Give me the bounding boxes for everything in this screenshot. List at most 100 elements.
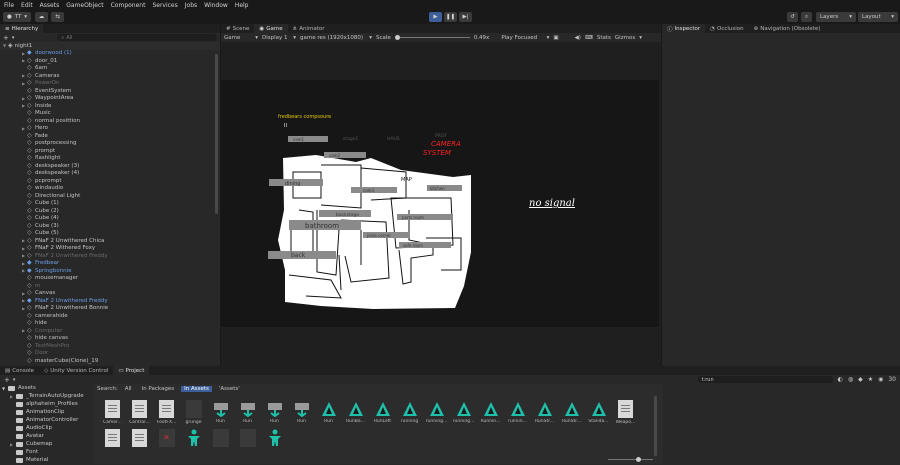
hierarchy-item[interactable]: ◇ Cube (5) xyxy=(0,230,220,238)
menu-services[interactable]: Services xyxy=(152,2,177,9)
parts-room-button[interactable]: parts room xyxy=(397,214,453,220)
hierarchy-item[interactable]: ◇ 6am xyxy=(0,65,220,73)
folder-item[interactable]: AudioClip xyxy=(10,424,92,432)
tab-navigation[interactable]: ⊗ Navigation (Obsolete) xyxy=(749,24,826,33)
menu-component[interactable]: Component xyxy=(111,2,146,9)
hierarchy-item[interactable]: ◇ deskspeaker (4) xyxy=(0,170,220,178)
hierarchy-item[interactable]: ▶ ◇ WaypointArea xyxy=(0,95,220,103)
hierarchy-item[interactable]: ◇ flashlight xyxy=(0,155,220,163)
shortcut-icon[interactable]: ⌨ xyxy=(585,35,593,41)
tab-occlusion[interactable]: ◔ Occlusion xyxy=(705,24,748,33)
chevron-down-icon[interactable]: ▾ xyxy=(639,35,642,41)
type-filter-icon[interactable]: ◍ xyxy=(848,376,853,383)
frame-debugger-icon[interactable]: ▣ xyxy=(553,35,558,41)
game-view[interactable]: fredbears compsoure II stage stage1 HAUS… xyxy=(221,80,659,327)
tab-console[interactable]: ▤ Console xyxy=(0,366,39,375)
filter-assets-folder[interactable]: 'Assets' xyxy=(216,386,243,392)
menu-jobs[interactable]: Jobs xyxy=(185,2,197,9)
folder-item[interactable]: ▶ Cubemap xyxy=(10,440,92,448)
asset-item[interactable]: FootFX... xyxy=(157,400,176,425)
tab-scene[interactable]: # Scene xyxy=(221,24,254,33)
tab-version-control[interactable]: ◇ Unity Version Control xyxy=(39,366,113,375)
scene-root[interactable]: ▼ ◈ night1 xyxy=(0,42,220,50)
cam1-button[interactable]: cam1 xyxy=(288,136,328,142)
bathroom-button[interactable]: bathroom xyxy=(289,220,361,230)
play-mode-dropdown[interactable]: Play Focused ▾ xyxy=(501,35,549,41)
scale-slider-handle[interactable] xyxy=(394,35,400,40)
asset-scrollbar[interactable] xyxy=(654,396,657,456)
chevron-down-icon[interactable]: ▾ xyxy=(12,35,15,41)
collab-button[interactable]: ⇆ xyxy=(51,12,64,22)
add-icon[interactable]: + xyxy=(4,376,10,384)
asset-item[interactable]: Run xyxy=(292,401,311,424)
hierarchy-item[interactable]: ◇ Fade xyxy=(0,132,220,140)
game-dropdown[interactable]: Game ▾ xyxy=(224,35,258,41)
step-button[interactable]: ▶| xyxy=(459,12,472,22)
menu-help[interactable]: Help xyxy=(235,2,249,9)
asset-item[interactable]: RunStr... xyxy=(562,401,581,424)
hierarchy-item[interactable]: ▶ ◇ FNaF 2 Unwithered Chica xyxy=(0,237,220,245)
hierarchy-scrollbar[interactable] xyxy=(215,54,218,214)
cam2-button[interactable]: cam2 xyxy=(324,152,366,158)
hierarchy-item[interactable]: ▶ ◇ FNaF 2 Unwithered Freddy xyxy=(0,252,220,260)
resolution-dropdown[interactable]: game res (1920x1080) ▾ xyxy=(300,35,372,41)
label-filter-icon[interactable]: ◆ xyxy=(858,376,863,383)
hierarchy-item[interactable]: ▶ ◇ Cameras xyxy=(0,72,220,80)
hierarchy-item[interactable]: ▶ ◇ PowerOn xyxy=(0,80,220,88)
tab-inspector[interactable]: ⓘ Inspector xyxy=(662,24,706,33)
hierarchy-item[interactable]: ◇ masterCube(Clone)_19 xyxy=(0,357,220,365)
hierarchy-item[interactable]: ◇ pcprompt xyxy=(0,177,220,185)
pause-button[interactable]: ❚❚ xyxy=(444,12,457,22)
hierarchy-item[interactable]: ▶ ◇ FNaF 2 Unwithered Bonnie xyxy=(0,305,220,313)
hierarchy-item[interactable]: ◇ Cube (1) xyxy=(0,200,220,208)
display-dropdown[interactable]: Display 1 ▾ xyxy=(262,35,296,41)
filter-in-packages[interactable]: In Packages xyxy=(139,386,178,392)
folder-root[interactable]: ▼ Assets xyxy=(2,384,92,392)
asset-item[interactable]: runnin... xyxy=(508,401,527,424)
hierarchy-item[interactable]: ◇ Cube (3) xyxy=(0,222,220,230)
hierarchy-item[interactable]: ◇ camerahide xyxy=(0,312,220,320)
hierarchy-item[interactable]: ◇ Music xyxy=(0,110,220,118)
tab-hierarchy[interactable]: ≡ Hierarchy xyxy=(0,24,44,33)
hierarchy-item[interactable]: ▶ ◇ Hero xyxy=(0,125,220,133)
filter-in-assets[interactable]: In Assets xyxy=(181,385,212,392)
asset-item[interactable]: Camer... xyxy=(103,400,122,425)
asset-item[interactable]: Control... xyxy=(129,400,150,425)
account-dropdown[interactable]: ● TT ▾ xyxy=(3,12,31,22)
cloud-button[interactable]: ☁ xyxy=(35,12,48,22)
folder-item[interactable]: ▶ _TerrainAutoUpgrade xyxy=(10,392,92,400)
hierarchy-item[interactable]: ◇ hide xyxy=(0,320,220,328)
hierarchy-item[interactable]: ▶ ◆ Fredbear xyxy=(0,260,220,268)
hierarchy-item[interactable]: ◇ Door xyxy=(0,350,220,358)
backstage-button[interactable]: backstage xyxy=(319,210,371,218)
thumbnail-size-slider[interactable] xyxy=(608,457,653,462)
history-button[interactable]: ↺ xyxy=(787,12,798,22)
hierarchy-item[interactable]: ▶ ◇ FNaF 2 Withered Foxy xyxy=(0,245,220,253)
thumbnail-size-handle[interactable] xyxy=(636,457,641,462)
hierarchy-item[interactable]: ◇ Cube (4) xyxy=(0,215,220,223)
tab-project[interactable]: ▭ Project xyxy=(113,366,150,375)
asset-item[interactable]: RunStr... xyxy=(535,401,554,424)
cam3-button[interactable]: cam3 xyxy=(351,187,397,193)
hierarchy-item[interactable]: ▶ ◆ Springbonnie xyxy=(0,267,220,275)
chevron-down-icon[interactable]: ▾ xyxy=(13,377,16,383)
asset-item[interactable]: Run xyxy=(319,401,338,424)
folder-item[interactable]: Avatar xyxy=(10,432,92,440)
hierarchy-item[interactable]: ▶ ◆ doorwood (1) xyxy=(0,50,220,58)
safe-room-button[interactable]: safe room xyxy=(399,242,451,248)
kitchen-button[interactable]: kitchen xyxy=(427,185,462,191)
hierarchy-item[interactable]: ◇ normal posittion xyxy=(0,117,220,125)
hierarchy-item[interactable]: ◇ postprocessing xyxy=(0,140,220,148)
hierarchy-item[interactable]: ▶ ◆ FNaF 2 Unwithered Freddy xyxy=(0,297,220,305)
asset-item[interactable]: Run xyxy=(211,401,230,424)
hierarchy-item[interactable]: ◇ TextMeshPro xyxy=(0,342,220,350)
hierarchy-search-input[interactable]: ⌕ All xyxy=(57,34,217,41)
asset-item[interactable]: grunge xyxy=(184,400,203,425)
play-button[interactable]: ▶ xyxy=(429,12,442,22)
asset-item[interactable] xyxy=(130,429,149,449)
hierarchy-item[interactable]: ◇ Directional Light xyxy=(0,192,220,200)
mute-audio-icon[interactable]: ◀) xyxy=(575,35,581,41)
eye-icon[interactable]: ◉ xyxy=(878,376,883,383)
add-icon[interactable]: + xyxy=(3,34,9,42)
asset-item[interactable] xyxy=(184,429,203,448)
